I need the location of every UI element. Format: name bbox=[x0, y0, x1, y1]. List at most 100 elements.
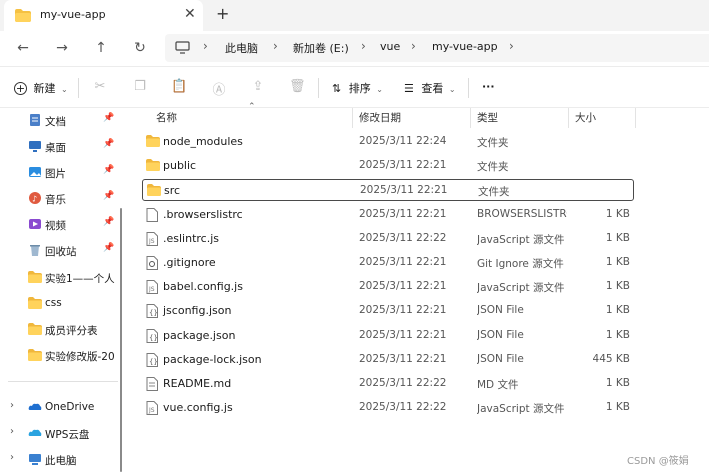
copy-icon[interactable]: ❐ bbox=[132, 79, 148, 95]
sidebar-item[interactable]: css bbox=[0, 291, 118, 317]
folder-icon bbox=[28, 296, 42, 310]
sidebar-item[interactable]: 文档 📌 bbox=[0, 108, 118, 134]
breadcrumb-vue[interactable]: vue bbox=[380, 40, 400, 53]
git-file-icon bbox=[146, 256, 160, 270]
forward-icon[interactable]: → bbox=[52, 38, 72, 58]
sidebar-item[interactable]: 成员评分表 bbox=[0, 317, 118, 343]
table-row[interactable]: public 2025/3/11 22:21 文件夹 bbox=[142, 155, 634, 177]
folder-icon bbox=[146, 135, 160, 149]
file-date: 2025/3/11 22:21 bbox=[359, 353, 447, 365]
sort-icon: ⇅ bbox=[332, 82, 342, 95]
pin-icon[interactable]: 📌 bbox=[103, 165, 114, 175]
chevron-right-icon[interactable]: › bbox=[10, 426, 14, 437]
md-file-icon bbox=[146, 377, 160, 391]
up-icon[interactable]: ↑ bbox=[91, 38, 111, 58]
table-row[interactable]: node_modules 2025/3/11 22:24 文件夹 bbox=[142, 131, 634, 153]
paste-icon[interactable]: 📋 bbox=[171, 79, 187, 95]
divider bbox=[78, 78, 79, 98]
table-row[interactable]: JS vue.config.js 2025/3/11 22:22 JavaScript… bbox=[142, 397, 634, 419]
view-button[interactable]: ☰ 查看 ⌄ bbox=[404, 80, 456, 96]
sidebar-item[interactable]: 实验修改版-2025 bbox=[0, 343, 118, 369]
js-file-icon: JS bbox=[146, 401, 160, 415]
column-header-date[interactable]: 修改日期 bbox=[359, 110, 401, 125]
file-name: .gitignore bbox=[163, 256, 216, 269]
tab-title: my-vue-app bbox=[40, 8, 106, 21]
svg-text:JS: JS bbox=[148, 407, 155, 414]
svg-text:JS: JS bbox=[148, 238, 155, 245]
column-header-name[interactable]: 名称 bbox=[156, 110, 177, 125]
refresh-icon[interactable]: ↻ bbox=[130, 38, 150, 58]
share-icon[interactable]: ⇪ bbox=[250, 79, 266, 95]
sidebar-item[interactable]: 实验1——个人篇 bbox=[0, 265, 118, 291]
file-date: 2025/3/11 22:21 bbox=[359, 329, 447, 341]
file-date: 2025/3/11 22:22 bbox=[359, 232, 447, 244]
js-file-icon: JS bbox=[146, 232, 160, 246]
table-row[interactable]: .gitignore 2025/3/11 22:21 Git Ignore 源文件 1… bbox=[142, 252, 634, 274]
js-file-icon: JS bbox=[146, 280, 160, 294]
file-name: babel.config.js bbox=[163, 280, 243, 293]
column-divider[interactable] bbox=[470, 108, 471, 128]
chevron-right-icon: › bbox=[509, 39, 514, 53]
file-size: 1 KB bbox=[605, 280, 630, 292]
column-header-size[interactable]: 大小 bbox=[575, 110, 596, 125]
folder-icon bbox=[28, 270, 42, 284]
sidebar-item[interactable]: 图片 📌 bbox=[0, 160, 118, 186]
column-divider[interactable] bbox=[635, 108, 636, 128]
column-divider[interactable] bbox=[352, 108, 353, 128]
table-row[interactable]: JS .eslintrc.js 2025/3/11 22:22 JavaScript … bbox=[142, 228, 634, 250]
sidebar-item[interactable]: ♪ 音乐 📌 bbox=[0, 186, 118, 212]
breadcrumb-drive-e[interactable]: 新加卷 (E:) bbox=[293, 40, 349, 56]
back-icon[interactable]: ← bbox=[13, 38, 33, 58]
sidebar-item-label: 实验修改版-2025 bbox=[45, 351, 115, 363]
table-row[interactable]: JS babel.config.js 2025/3/11 22:21 JavaScri… bbox=[142, 276, 634, 298]
file-type: 文件夹 bbox=[478, 186, 510, 198]
sidebar-item[interactable]: 视频 📌 bbox=[0, 212, 118, 238]
chevron-right-icon: › bbox=[361, 39, 366, 53]
sidebar-tree-label: OneDrive bbox=[45, 401, 95, 413]
pin-icon[interactable]: 📌 bbox=[103, 243, 114, 253]
tab-my-vue-app[interactable]: my-vue-app ✕ bbox=[4, 0, 203, 31]
column-header-type[interactable]: 类型 bbox=[477, 110, 498, 125]
more-options-icon[interactable]: ··· bbox=[482, 80, 495, 93]
sidebar-item-label: css bbox=[45, 297, 62, 309]
sidebar-item[interactable]: 回收站 📌 bbox=[0, 238, 118, 264]
delete-icon[interactable]: 🗑 bbox=[289, 79, 306, 95]
file-size: 1 KB bbox=[605, 377, 630, 389]
column-divider[interactable] bbox=[568, 108, 569, 128]
sidebar-tree-item[interactable]: › WPS云盘 bbox=[0, 421, 118, 447]
address-bar[interactable]: › 此电脑 › 新加卷 (E:) › vue › my-vue-app › bbox=[165, 34, 709, 62]
breadcrumb-my-vue-app[interactable]: my-vue-app bbox=[432, 40, 498, 53]
close-tab-icon[interactable]: ✕ bbox=[184, 6, 196, 22]
new-button-label: 新建 bbox=[33, 82, 56, 95]
new-button[interactable]: + 新建 ⌄ bbox=[14, 80, 68, 96]
sidebar-tree-item[interactable]: › OneDrive bbox=[0, 395, 118, 421]
breadcrumb-this-pc[interactable]: 此电脑 bbox=[225, 40, 258, 56]
table-row[interactable]: .browserslistrc 2025/3/11 22:21 BROWSERSLI… bbox=[142, 204, 634, 226]
desktop-icon bbox=[28, 139, 42, 153]
table-row[interactable]: {} package.json 2025/3/11 22:21 JSON File 1 … bbox=[142, 325, 634, 347]
sort-button[interactable]: ⇅ 排序 ⌄ bbox=[332, 80, 383, 96]
json-file-icon: {} bbox=[146, 353, 160, 367]
new-tab-icon[interactable]: + bbox=[216, 4, 229, 23]
table-row[interactable]: {} package-lock.json 2025/3/11 22:21 JSON F… bbox=[142, 349, 634, 371]
sidebar-scrollbar[interactable] bbox=[120, 208, 122, 472]
file-name: node_modules bbox=[163, 135, 243, 148]
cut-icon[interactable]: ✂ bbox=[92, 79, 108, 95]
sidebar-item[interactable]: 桌面 📌 bbox=[0, 134, 118, 160]
this-pc-icon bbox=[28, 452, 42, 466]
pin-icon[interactable]: 📌 bbox=[103, 217, 114, 227]
pin-icon[interactable]: 📌 bbox=[103, 139, 114, 149]
sidebar-tree-item[interactable]: › 此电脑 bbox=[0, 447, 118, 472]
chevron-right-icon[interactable]: › bbox=[10, 452, 14, 463]
pin-icon[interactable]: 📌 bbox=[103, 191, 114, 201]
pin-icon[interactable]: 📌 bbox=[103, 113, 114, 123]
table-row[interactable]: {} jsconfig.json 2025/3/11 22:21 JSON File 1… bbox=[142, 300, 634, 322]
table-row[interactable]: src 2025/3/11 22:21 文件夹 bbox=[142, 179, 634, 201]
rename-icon[interactable]: Ⓐ bbox=[211, 79, 227, 98]
chevron-right-icon[interactable]: › bbox=[10, 400, 14, 411]
file-type: JavaScript 源文件 bbox=[477, 282, 565, 294]
folder-icon bbox=[147, 184, 161, 198]
table-row[interactable]: README.md 2025/3/11 22:22 MD 文件 1 KB bbox=[142, 373, 634, 395]
folder-icon bbox=[28, 348, 42, 362]
onedrive-icon bbox=[28, 400, 42, 414]
